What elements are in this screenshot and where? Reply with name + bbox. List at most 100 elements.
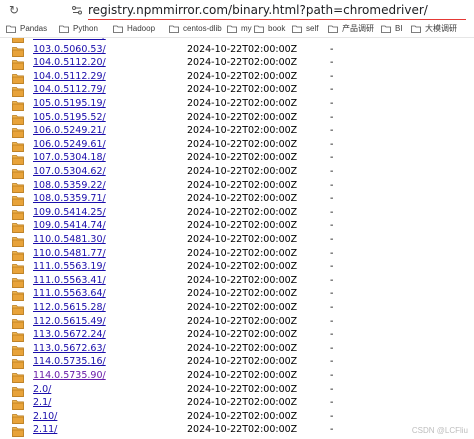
directory-link[interactable]: 111.0.5563.41/ <box>33 275 106 287</box>
folder-icon <box>12 84 24 98</box>
folder-icon <box>12 57 24 71</box>
folder-icon <box>12 384 24 397</box>
directory-link[interactable]: 108.0.5359.22/ <box>33 180 106 192</box>
size-value: - <box>330 43 334 55</box>
list-item: 110.0.5481.77/2024-10-22T02:00:00Z - <box>0 248 474 261</box>
modified-date: 2024-10-22T02:00:00Z <box>187 302 298 313</box>
directory-link[interactable]: 105.0.5195.19/ <box>33 98 106 110</box>
list-item: 111.0.5563.64/2024-10-22T02:00:00Z - <box>0 288 474 302</box>
folder-icon <box>113 25 123 33</box>
bookmark-book[interactable]: book <box>254 24 285 33</box>
directory-link[interactable]: 111.0.5563.19/ <box>33 261 106 273</box>
directory-link[interactable]: 2.11/ <box>33 424 57 436</box>
size-value: - <box>330 424 334 436</box>
directory-link[interactable]: 105.0.5195.52/ <box>33 112 106 124</box>
directory-link[interactable]: 112.0.5615.49/ <box>33 316 106 328</box>
list-item: 111.0.5563.41/2024-10-22T02:00:00Z - <box>0 275 474 288</box>
directory-link[interactable]: 108.0.5359.71/ <box>33 193 106 205</box>
bookmark-self[interactable]: self <box>292 24 318 33</box>
folder-icon <box>12 288 24 302</box>
modified-date: 2024-10-22T02:00:00Z <box>187 356 298 368</box>
folder-icon <box>12 71 24 84</box>
directory-link[interactable]: 114.0.5735.90/ <box>33 370 106 382</box>
list-item: 114.0.5735.16/2024-10-22T02:00:00Z - <box>0 356 474 370</box>
modified-date: 2024-10-22T02:00:00Z <box>187 152 298 164</box>
directory-link[interactable]: 111.0.5563.64/ <box>33 288 106 300</box>
modified-date: 2024-10-22T02:00:00Z <box>187 179 298 191</box>
modified-date: 2024-10-22T02:00:00Z <box>187 410 298 422</box>
folder-icon <box>12 411 24 424</box>
modified-date: 2024-10-22T02:00:00Z <box>187 383 298 395</box>
folder-icon <box>12 261 24 275</box>
list-item: 109.0.5414.74/2024-10-22T02:00:00Z - <box>0 220 474 234</box>
list-item: 113.0.5672.24/2024-10-22T02:00:00Z - <box>0 329 474 343</box>
folder-icon <box>6 25 16 33</box>
directory-link[interactable]: 106.0.5249.61/ <box>33 139 106 151</box>
directory-link[interactable]: 2.1/ <box>33 397 51 409</box>
list-item: 105.0.5195.52/2024-10-22T02:00:00Z - <box>0 112 474 125</box>
directory-link[interactable]: 112.0.5615.28/ <box>33 302 106 314</box>
bookmark-bi[interactable]: BI <box>381 24 403 33</box>
bookmark-product-research[interactable]: 产品调研 <box>328 23 374 34</box>
size-value: - <box>330 370 334 381</box>
list-item: 108.0.5359.71/2024-10-22T02:00:00Z - <box>0 193 474 207</box>
size-value: - <box>330 84 334 96</box>
bookmark-llm-research[interactable]: 大模调研 <box>411 23 457 34</box>
size-value: - <box>330 329 334 341</box>
directory-link[interactable]: 110.0.5481.30/ <box>33 234 106 246</box>
list-item: 107.0.5304.18/2024-10-22T02:00:00Z - <box>0 152 474 166</box>
directory-link[interactable]: 113.0.5672.24/ <box>33 329 106 341</box>
folder-icon <box>12 220 24 234</box>
directory-link[interactable]: 104.0.5112.20/ <box>33 57 106 69</box>
site-info-icon[interactable] <box>70 3 84 17</box>
modified-date: 2024-10-22T02:00:00Z <box>187 424 298 436</box>
list-item: 108.0.5359.22/2024-10-22T02:00:00Z - <box>0 180 474 193</box>
modified-date: 2024-10-22T02:00:00Z <box>187 261 298 273</box>
list-item: 105.0.5195.19/2024-10-22T02:00:00Z - <box>0 98 474 111</box>
folder-icon <box>227 25 237 33</box>
directory-link[interactable]: 107.0.5304.62/ <box>33 166 106 178</box>
directory-link[interactable]: 109.0.5414.74/ <box>33 220 106 232</box>
size-value: - <box>330 302 334 313</box>
bookmark-python[interactable]: Python <box>59 24 98 33</box>
modified-date: 2024-10-22T02:00:00Z <box>187 70 298 82</box>
directory-link[interactable]: 113.0.5672.63/ <box>33 343 106 355</box>
directory-link[interactable]: 114.0.5735.16/ <box>33 356 106 368</box>
directory-link[interactable]: 107.0.5304.18/ <box>33 152 106 164</box>
bookmark-my[interactable]: my <box>227 24 252 33</box>
size-value: - <box>330 138 334 150</box>
size-value: - <box>330 206 334 218</box>
list-item: 103.0.5060.24/2024-10-22T02:00:00Z - <box>0 38 474 43</box>
list-item: 106.0.5249.61/2024-10-22T02:00:00Z - <box>0 139 474 152</box>
folder-icon <box>12 44 24 57</box>
folder-icon <box>12 397 24 411</box>
list-item: 107.0.5304.62/2024-10-22T02:00:00Z - <box>0 166 474 179</box>
reload-icon[interactable]: ↻ <box>6 2 22 18</box>
address-bar[interactable]: registry.npmmirror.com/binary.html?path=… <box>88 3 466 20</box>
bookmark-hadoop[interactable]: Hadoop <box>113 24 155 33</box>
directory-link[interactable]: 2.0/ <box>33 384 51 396</box>
directory-link[interactable]: 104.0.5112.79/ <box>33 84 106 96</box>
directory-link[interactable]: 110.0.5481.77/ <box>33 248 106 260</box>
bookmark-pandas[interactable]: Pandas <box>6 24 47 33</box>
folder-icon <box>12 234 24 247</box>
folder-icon <box>12 38 24 43</box>
size-value: - <box>330 57 334 69</box>
size-value: - <box>330 247 334 259</box>
modified-date: 2024-10-22T02:00:00Z <box>187 111 298 123</box>
folder-icon <box>292 25 302 33</box>
directory-link[interactable]: 109.0.5414.25/ <box>33 207 106 219</box>
directory-link[interactable]: 2.10/ <box>33 411 57 423</box>
folder-icon <box>12 424 24 438</box>
folder-icon <box>12 166 24 179</box>
directory-link[interactable]: 103.0.5060.24/ <box>33 38 106 42</box>
directory-link[interactable]: 104.0.5112.29/ <box>33 71 106 83</box>
bookmarks-bar: Pandas Python Hadoop centos-dlib my book… <box>0 20 474 38</box>
directory-link[interactable]: 103.0.5060.53/ <box>33 44 106 56</box>
directory-link[interactable]: 106.0.5249.21/ <box>33 125 106 137</box>
size-value: - <box>330 410 334 422</box>
bookmark-centos-dlib[interactable]: centos-dlib <box>169 24 222 33</box>
modified-date: 2024-10-22T02:00:00Z <box>187 38 297 42</box>
list-item: 2.11/2024-10-22T02:00:00Z - <box>0 424 474 438</box>
folder-icon <box>169 25 179 33</box>
